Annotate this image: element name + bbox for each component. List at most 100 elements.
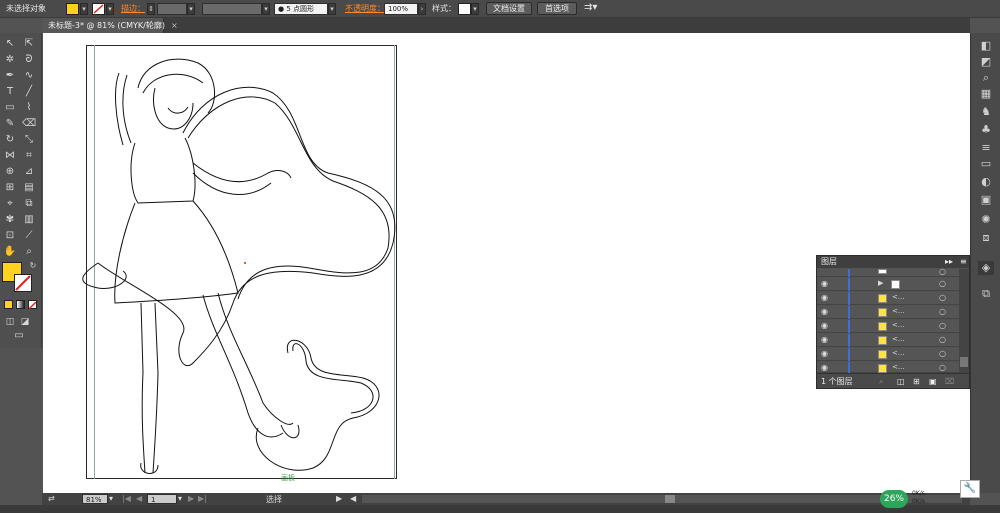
last-artboard-icon[interactable]: ▶| (198, 494, 207, 503)
magic-wand-tool-icon[interactable]: ✲ (3, 53, 17, 67)
slice-tool-icon[interactable]: ⟋ (22, 229, 36, 243)
scale-tool-icon[interactable]: ⤡ (22, 133, 36, 147)
artboard-dropdown-icon[interactable]: ▾ (178, 494, 182, 503)
target-circle-icon[interactable]: ○ (939, 335, 946, 344)
fill-color-swatch[interactable] (66, 3, 79, 15)
panel-menu-icon[interactable]: ≡ (960, 256, 967, 268)
visibility-eye-icon[interactable]: ◉ (821, 321, 828, 330)
zoom-field[interactable]: 81% (82, 494, 108, 504)
artboard-tool-icon[interactable]: ⊡ (3, 229, 17, 243)
lasso-tool-icon[interactable]: ᘐ (22, 53, 36, 67)
target-circle-icon[interactable]: ○ (939, 363, 946, 372)
zoom-tool-icon[interactable]: ⌕ (22, 245, 36, 259)
none-mode-icon[interactable] (28, 300, 37, 310)
visibility-eye-icon[interactable]: ◉ (821, 363, 828, 372)
opacity-field[interactable]: 100% (384, 3, 418, 15)
graphic-style-dropdown[interactable]: ▾ (471, 3, 479, 15)
free-transform-tool-icon[interactable]: ⌗ (22, 149, 36, 163)
layer-row[interactable]: ◉ ▶ ○ (817, 278, 959, 291)
shape-builder-tool-icon[interactable]: ⊕ (3, 165, 17, 179)
hand-tool-icon[interactable]: ✋ (3, 245, 17, 259)
first-artboard-icon[interactable]: |◀ (122, 494, 131, 503)
swap-fill-stroke-icon[interactable]: ↻ (26, 259, 40, 273)
wrench-icon[interactable]: 🔧 (960, 480, 980, 498)
target-circle-icon[interactable]: ○ (939, 293, 946, 302)
network-monitor-badge[interactable]: 26% (880, 490, 908, 508)
paintbrush-tool-icon[interactable]: ⌇ (22, 101, 36, 115)
pen-tool-icon[interactable]: ✒ (3, 69, 17, 83)
draw-behind-icon[interactable]: ◪ (18, 315, 32, 329)
stroke-panel-icon[interactable]: ≡ (978, 141, 994, 155)
graphic-styles-panel-icon[interactable]: ▣ (978, 193, 994, 207)
swatches-panel-icon[interactable]: ▦ (978, 87, 994, 101)
stroke-weight-stepper[interactable]: ⇕ (147, 3, 155, 15)
locate-object-icon[interactable]: ⌕ (879, 374, 883, 389)
column-graph-tool-icon[interactable]: ▥ (22, 213, 36, 227)
zoom-dropdown-icon[interactable]: ▾ (109, 494, 113, 503)
close-tab-icon[interactable]: × (171, 21, 178, 30)
target-circle-icon[interactable]: ○ (939, 279, 946, 288)
stroke-weight-field[interactable] (157, 3, 187, 15)
graphic-style-swatch[interactable] (458, 3, 471, 15)
curvature-tool-icon[interactable]: ∿ (22, 69, 36, 83)
screen-mode-icon[interactable]: ▭ (12, 329, 26, 343)
document-tab[interactable]: 未标题-3* @ 81% (CMYK/轮廓) × (42, 18, 178, 33)
layers-scrollbar[interactable] (959, 269, 969, 373)
preferences-button[interactable]: 首选项 (537, 2, 577, 15)
target-circle-icon[interactable]: ○ (939, 349, 946, 358)
type-tool-icon[interactable]: T (3, 85, 17, 99)
layers-panel-header[interactable]: 图层 ▸▸ ≡ (817, 256, 969, 268)
gradient-mode-icon[interactable] (16, 300, 25, 309)
expand-triangle-icon[interactable]: ▶ (878, 279, 883, 287)
layer-row[interactable]: ◉ <... ○ (817, 306, 959, 319)
variable-width-field[interactable] (202, 3, 262, 15)
stroke-color-swatch[interactable] (92, 3, 105, 15)
layer-row[interactable]: ○ (817, 267, 959, 277)
target-circle-icon[interactable]: ○ (939, 321, 946, 330)
visibility-eye-icon[interactable]: ◉ (821, 279, 828, 288)
create-sublayer-icon[interactable]: ⊞ (913, 374, 920, 389)
scroll-left-icon[interactable]: ◀ (350, 494, 356, 503)
eraser-tool-icon[interactable]: ⌫ (22, 117, 36, 131)
scroll-thumb[interactable] (960, 357, 968, 367)
variable-width-dropdown[interactable]: ▾ (262, 3, 270, 15)
direct-selection-tool-icon[interactable]: ⇱ (22, 37, 36, 51)
new-layer-icon[interactable]: ▣ (929, 374, 937, 389)
selection-tool-icon[interactable]: ↖ (3, 37, 17, 51)
stroke-weight-dropdown[interactable]: ▾ (187, 3, 195, 15)
visibility-eye-icon[interactable]: ◉ (821, 335, 828, 344)
color-panel-icon[interactable]: ◧ (978, 39, 994, 53)
draw-mode-icon[interactable]: ◫ (3, 315, 17, 329)
layer-row[interactable]: ◉ <... ○ (817, 292, 959, 305)
symbol-sprayer-tool-icon[interactable]: ✾ (3, 213, 17, 227)
visibility-eye-icon[interactable]: ◉ (821, 293, 828, 302)
stroke-swatch[interactable] (14, 274, 32, 292)
layers-panel-icon[interactable]: ◈ (978, 261, 994, 275)
brushes-panel-icon[interactable]: ♞ (978, 105, 994, 119)
artboard-number-field[interactable]: 1 (147, 494, 177, 504)
brush-definition-field[interactable]: ● 5 点圆形 (274, 3, 328, 15)
color-mode-icon[interactable] (4, 300, 13, 309)
eyedropper-tool-icon[interactable]: ⌖ (3, 197, 17, 211)
stroke-label[interactable]: 描边： (121, 3, 145, 14)
delete-layer-icon[interactable]: ⌧ (945, 374, 954, 389)
document-setup-button[interactable]: 文档设置 (486, 2, 532, 15)
gradient-tool-icon[interactable]: ▤ (22, 181, 36, 195)
perspective-grid-tool-icon[interactable]: ⊿ (22, 165, 36, 179)
appearance-panel-icon[interactable]: ⌕ (978, 71, 994, 85)
gradient-panel-icon[interactable]: ▭ (978, 157, 994, 171)
layer-row[interactable]: ◉ <... ○ (817, 320, 959, 333)
fill-dropdown-arrow[interactable]: ▾ (80, 3, 88, 15)
symbols-panel-icon[interactable]: ♣ (978, 123, 994, 137)
next-artboard-icon[interactable]: ▶ (188, 494, 194, 503)
width-tool-icon[interactable]: ⋈ (3, 149, 17, 163)
horizontal-scrollbar[interactable] (362, 495, 962, 503)
previous-artboard-icon[interactable]: ◀ (136, 494, 142, 503)
layer-row[interactable]: ◉ <... ○ (817, 348, 959, 361)
layer-row[interactable]: ◉ <... ○ (817, 362, 959, 373)
horizontal-scroll-thumb[interactable] (665, 495, 675, 503)
blend-tool-icon[interactable]: ⧉ (22, 197, 36, 211)
visibility-eye-icon[interactable]: ◉ (821, 349, 828, 358)
collapse-panel-icon[interactable]: ▸▸ (945, 256, 953, 268)
mesh-tool-icon[interactable]: ⊞ (3, 181, 17, 195)
